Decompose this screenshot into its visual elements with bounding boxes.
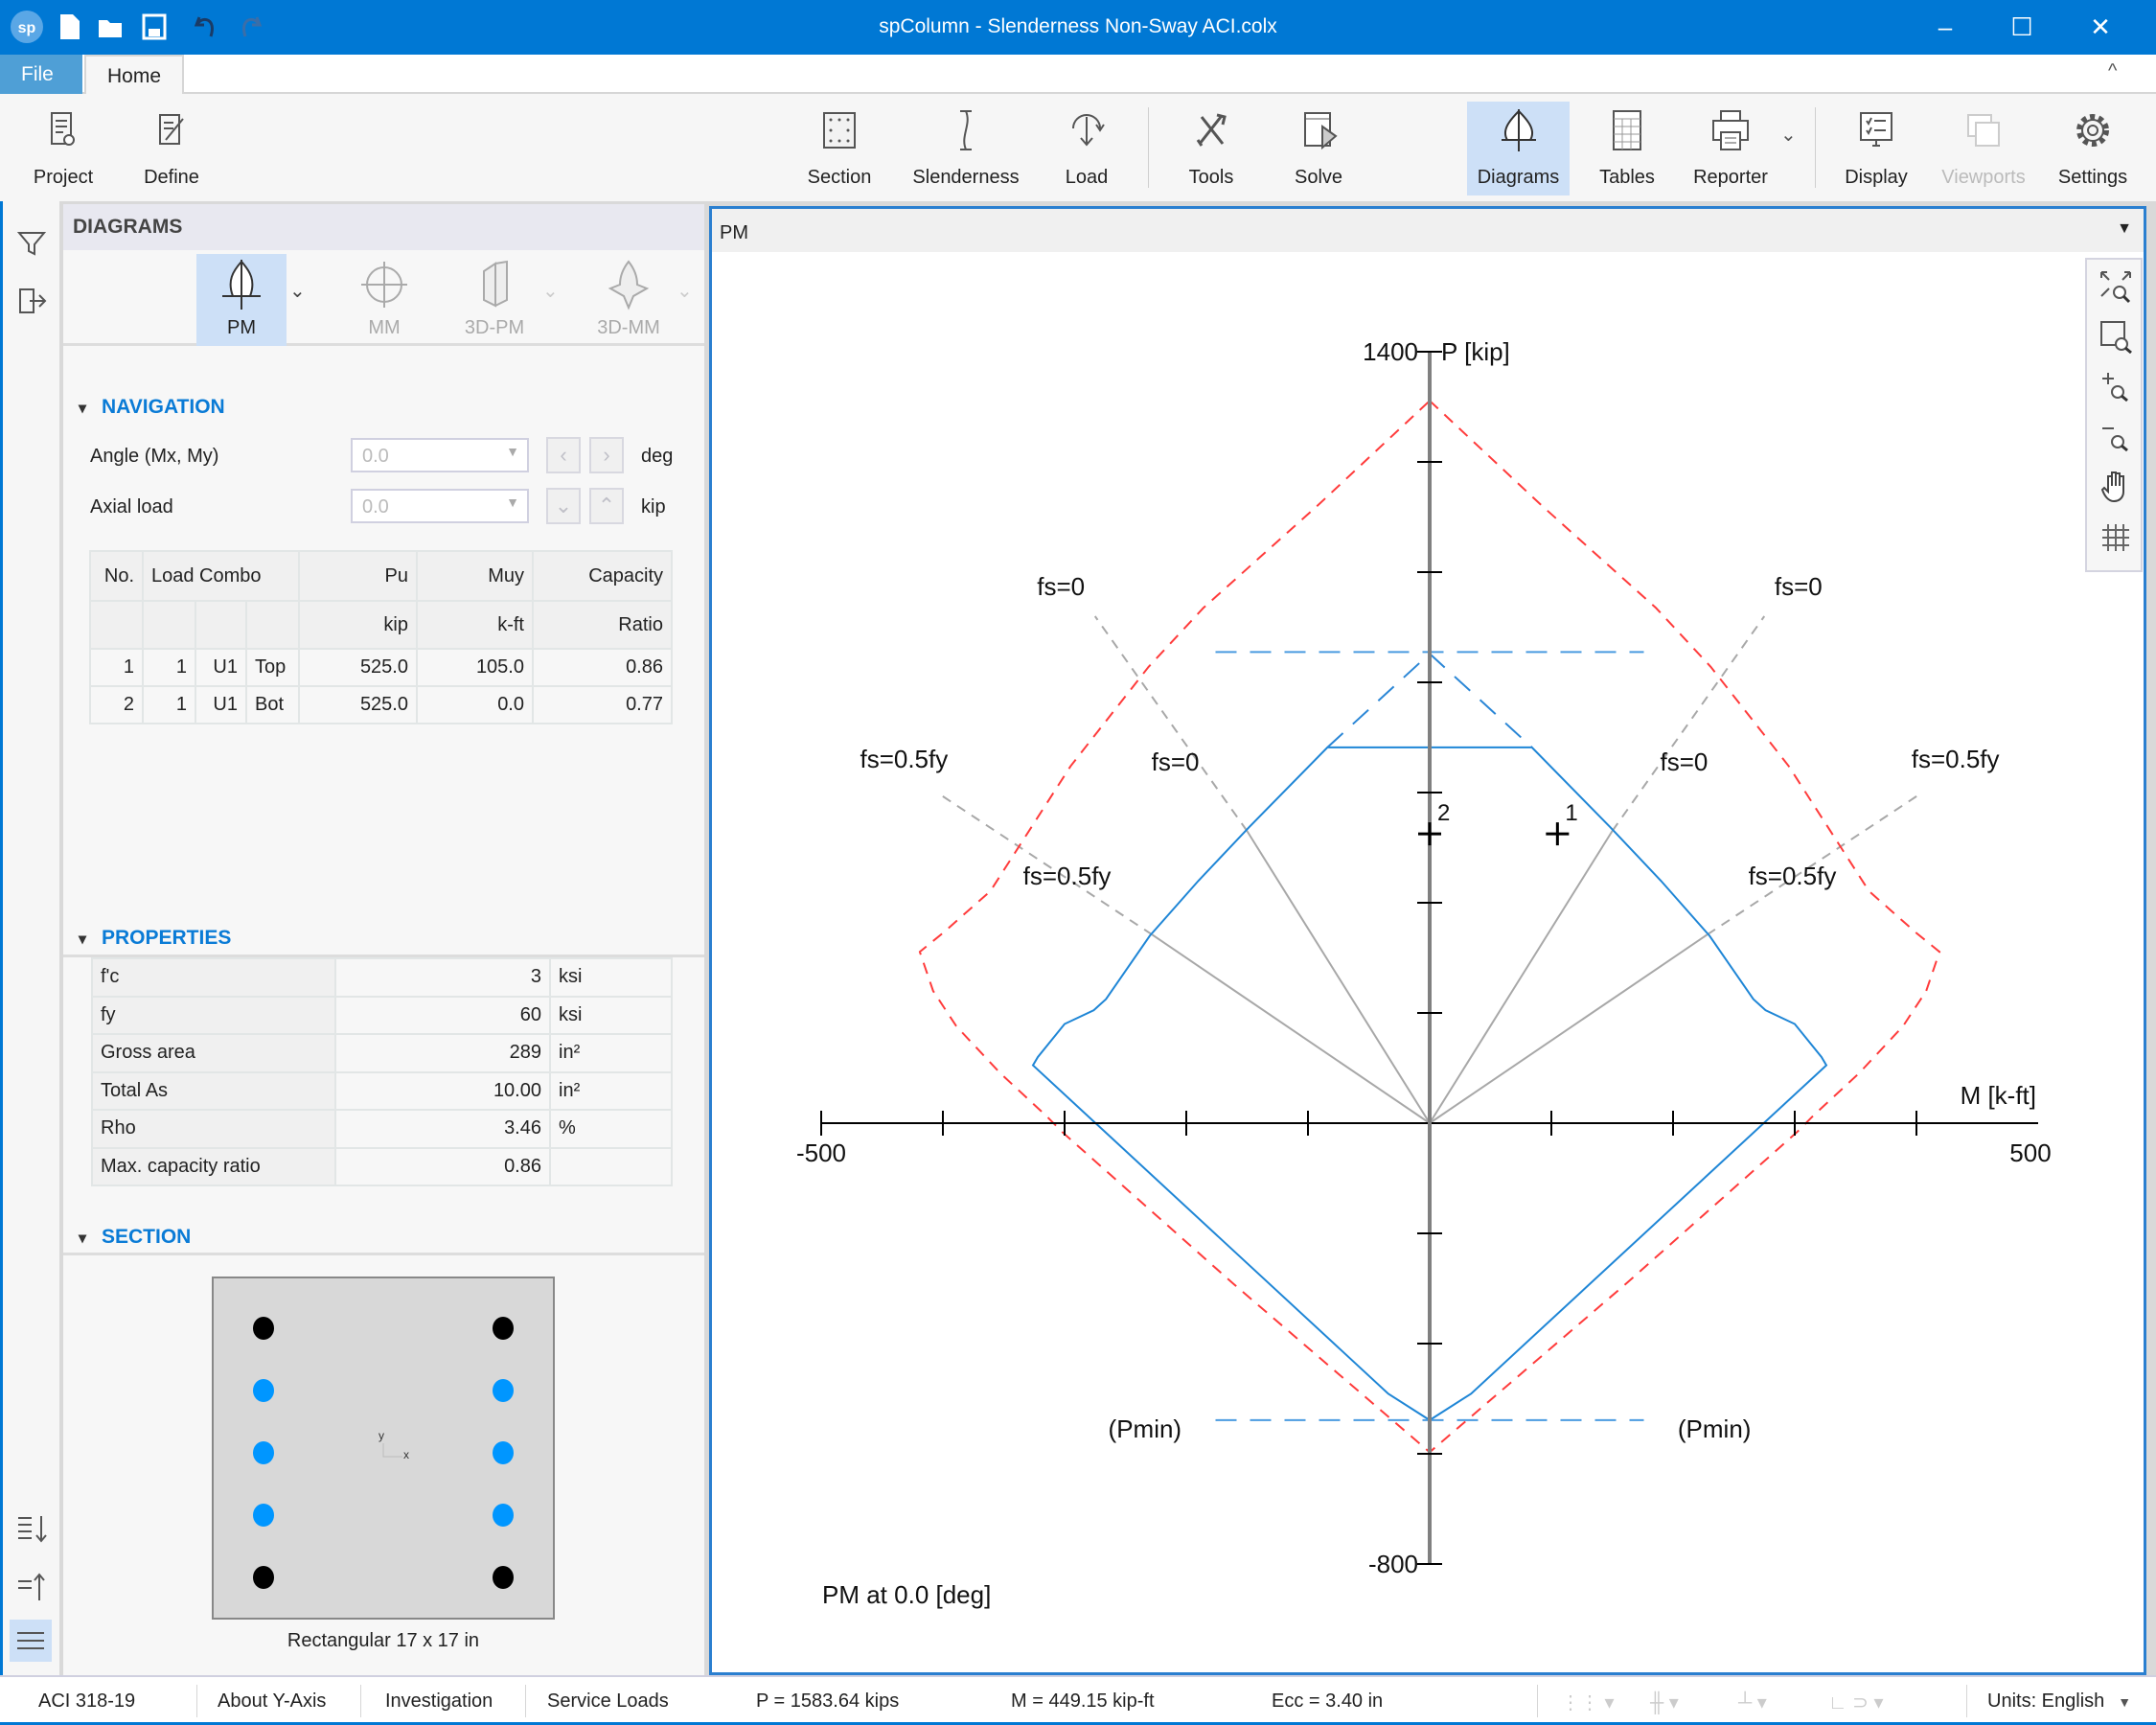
- x-axis-label: M [k-ft]: [1961, 1081, 2036, 1110]
- dimension-icon: ┴ ▾: [1738, 1692, 1767, 1714]
- pmin-label: (Pmin): [1109, 1414, 1182, 1443]
- strain-line-solid: [1429, 830, 1614, 1124]
- diagram-annotation: PM at 0.0 [deg]: [822, 1580, 991, 1609]
- y-tick-label-max: 1400: [1363, 337, 1418, 366]
- axis-display-icon: ∟ ⊃ ▾: [1828, 1692, 1884, 1714]
- strain-label-fs0-outer: fs=0: [1037, 572, 1085, 601]
- status-ecc-readout: Ecc = 3.40 in: [1272, 1690, 1384, 1712]
- strain-label-fs0-outer: fs=0: [1775, 572, 1823, 601]
- strain-label-fs05-inner: fs=0.5fy: [1749, 862, 1837, 890]
- strain-line-dashed: [1093, 615, 1249, 832]
- strain-line-solid: [1429, 933, 1709, 1124]
- pmin-label: (Pmin): [1678, 1414, 1752, 1443]
- strain-label-fs05-inner: fs=0.5fy: [1023, 862, 1112, 890]
- grid-lines-icon: ╫ ▾: [1650, 1692, 1679, 1714]
- strain-label-fs05-outer: fs=0.5fy: [1912, 745, 2000, 773]
- pm-interaction-diagram: 1400 P [kip] -800 -500 500 M [k-ft] PM at 0.0 …: [796, 337, 2052, 1609]
- x-tick-label-min: -500: [796, 1138, 846, 1167]
- strain-label-fs05-outer: fs=0.5fy: [860, 745, 948, 773]
- strain-label-fs0-inner: fs=0: [1152, 748, 1200, 776]
- load-point-label: 1: [1565, 800, 1577, 826]
- load-point-label: 2: [1437, 800, 1450, 826]
- units-selector[interactable]: Units: English ▼: [1987, 1690, 2131, 1713]
- strain-line-dashed: [1611, 615, 1766, 832]
- strain-line-solid: [1151, 933, 1431, 1124]
- y-tick-label-min: -800: [1368, 1550, 1418, 1578]
- dropdown-arrow-icon: ▼: [2118, 1694, 2132, 1710]
- snap-grid-icon: ⋮⋮ ▾: [1561, 1692, 1615, 1714]
- status-bar: ACI 318-19 About Y-Axis Investigation Se…: [0, 1675, 2156, 1725]
- status-m-readout: M = 449.15 kip-ft: [1011, 1690, 1155, 1712]
- x-tick-label-max: 500: [2009, 1138, 2051, 1167]
- diagram-viewport[interactable]: PM ▼ 1400 P [kip] -800 -500 500 M [k-ft] PM at …: [709, 206, 2146, 1675]
- status-code[interactable]: ACI 318-19: [38, 1690, 135, 1713]
- status-p-readout: P = 1583.64 kips: [756, 1690, 900, 1712]
- strain-label-fs0-inner: fs=0: [1660, 748, 1708, 776]
- status-loads[interactable]: Service Loads: [547, 1690, 669, 1713]
- y-axis-label: P [kip]: [1441, 337, 1510, 366]
- strain-line-solid: [1246, 830, 1431, 1124]
- status-axis[interactable]: About Y-Axis: [218, 1690, 326, 1713]
- status-mode[interactable]: Investigation: [385, 1690, 493, 1713]
